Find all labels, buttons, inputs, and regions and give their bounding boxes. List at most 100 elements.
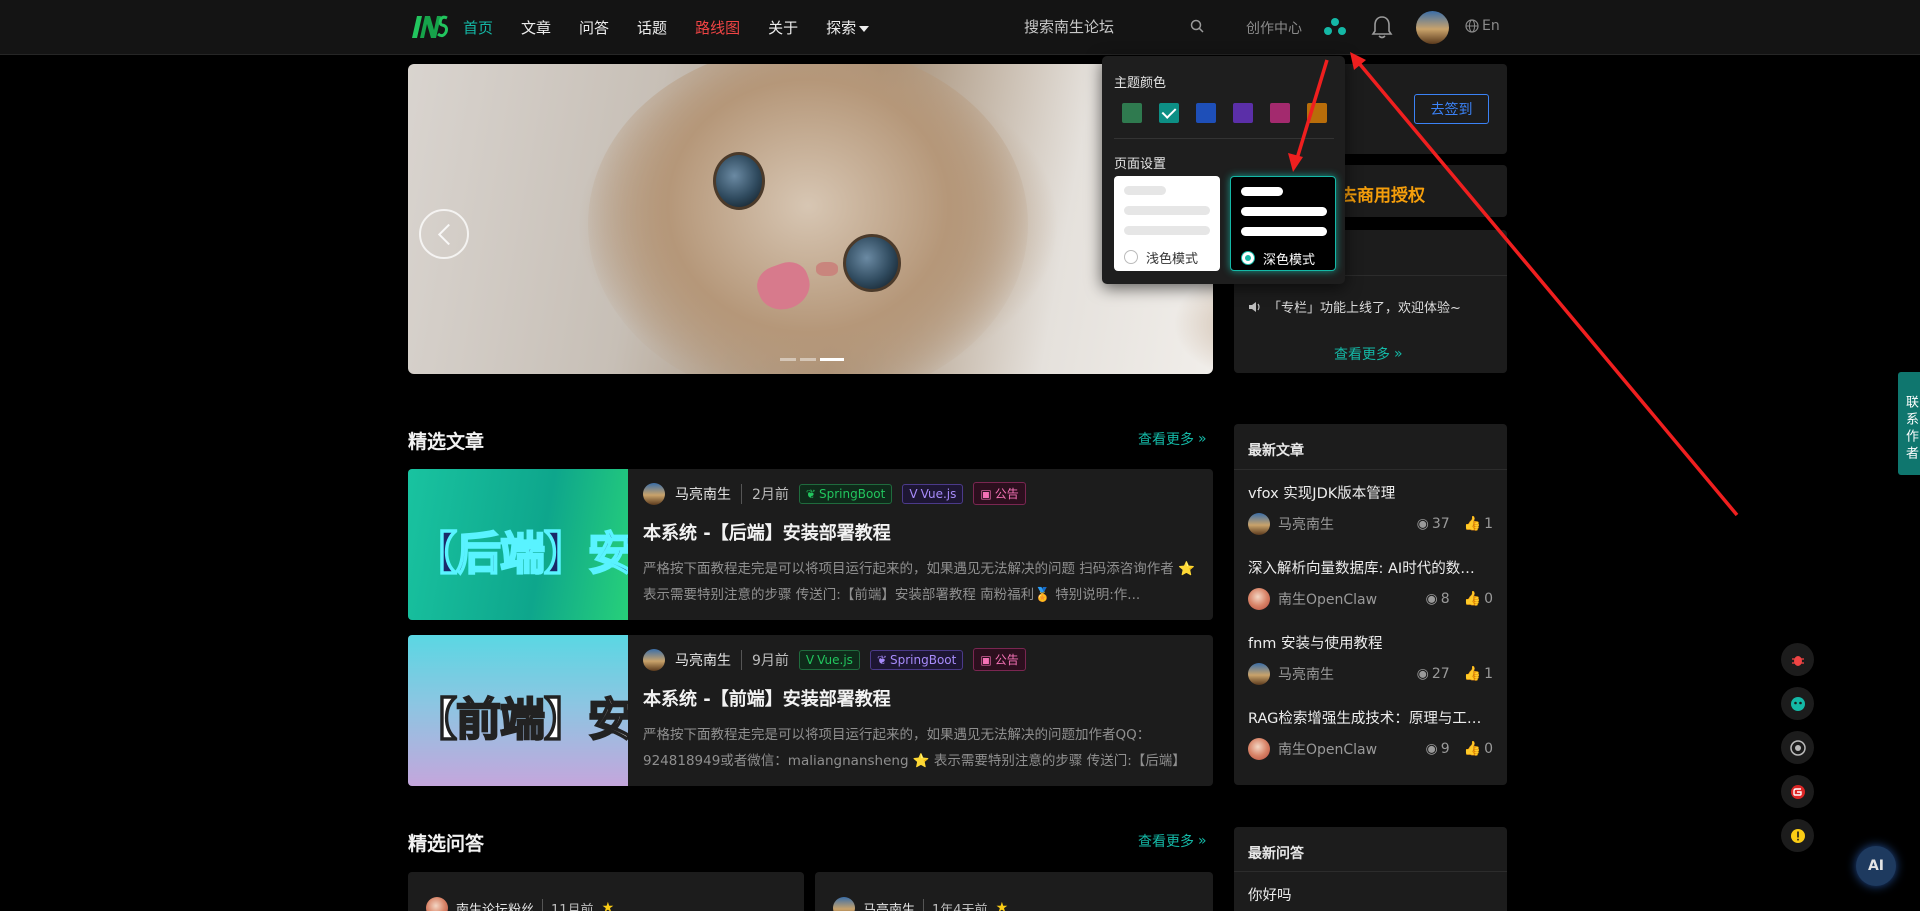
avatar[interactable]: [426, 897, 448, 911]
signin-button[interactable]: 去签到: [1414, 94, 1489, 124]
theme-swatch-blue[interactable]: [1196, 103, 1216, 123]
dark-mode-option[interactable]: 深色模式: [1230, 176, 1336, 271]
view-count: ◉ 37: [1417, 516, 1450, 532]
avatar[interactable]: [1248, 513, 1270, 535]
eye-icon: ◉: [1425, 591, 1438, 607]
tag-label: 公告: [994, 653, 1019, 667]
latest-qa-item[interactable]: 你好吗: [1248, 884, 1488, 905]
thumbs-up-icon: 👍: [1463, 516, 1482, 532]
avatar[interactable]: [643, 648, 665, 671]
author-name[interactable]: 马亮南生: [1278, 514, 1403, 534]
contact-author-tab[interactable]: 联系作者: [1898, 372, 1920, 475]
article-thumbnail: 【前端】安装: [408, 635, 628, 786]
article-title[interactable]: 本系统 -【前端】安装部署教程: [643, 685, 891, 711]
site-logo[interactable]: [410, 14, 448, 40]
license-link[interactable]: 去商用授权: [1340, 181, 1425, 206]
featured-qa-more-link[interactable]: 查看更多 »: [1138, 831, 1207, 851]
notice-item[interactable]: 「专栏」功能上线了，欢迎体验~: [1248, 297, 1461, 316]
search-input[interactable]: [1010, 18, 1180, 36]
nav-about[interactable]: 关于: [768, 17, 798, 38]
theme-swatch-green[interactable]: [1122, 103, 1142, 123]
nav-roadmap[interactable]: 路线图: [695, 17, 740, 38]
tag-announcement[interactable]: ▣ 公告: [973, 648, 1026, 671]
github-button[interactable]: [1781, 731, 1814, 764]
nav-home[interactable]: 首页: [463, 17, 493, 38]
carousel-dot[interactable]: [780, 358, 796, 361]
bug-report-button[interactable]: [1781, 643, 1814, 676]
theme-palette-icon[interactable]: [1322, 16, 1348, 38]
views-value: 9: [1440, 741, 1450, 757]
tag-vuejs[interactable]: V Vue.js: [902, 483, 964, 504]
theme-swatch-orange[interactable]: [1307, 103, 1327, 123]
views-value: 27: [1431, 666, 1450, 682]
theme-swatch-teal[interactable]: [1159, 103, 1179, 123]
preview-bar: [1241, 227, 1327, 236]
search-icon[interactable]: [1190, 19, 1204, 33]
nav-topics[interactable]: 话题: [637, 17, 667, 38]
notice-more-link[interactable]: 查看更多 »: [1334, 344, 1403, 364]
article-title[interactable]: 本系统 -【后端】安装部署教程: [643, 519, 891, 545]
avatar[interactable]: [833, 897, 855, 911]
article-card[interactable]: 【后端】安装 马亮南生 2月前 ❦SpringBoot VVue.js ▣公告 …: [408, 469, 1213, 620]
author-name[interactable]: 马亮南生: [675, 650, 731, 670]
latest-article-title[interactable]: fnm 安装与使用教程: [1248, 632, 1488, 653]
wechat-button[interactable]: [1781, 687, 1814, 720]
author-name[interactable]: 马亮南生: [675, 484, 731, 504]
article-meta: 马亮南生 9月前 V Vue.js ❦ SpringBoot ▣ 公告: [643, 648, 1026, 671]
like-count[interactable]: 👍 1: [1464, 666, 1493, 682]
publish-time: 2月前: [741, 483, 789, 504]
gitee-button[interactable]: [1781, 775, 1814, 808]
nav-explore[interactable]: 探索: [826, 17, 870, 38]
latest-article-title[interactable]: RAG检索增强生成技术：原理与工程实践: [1248, 707, 1488, 728]
latest-qa-title: 最新问答: [1248, 846, 1304, 862]
author-name[interactable]: 马亮南生: [863, 899, 915, 911]
dark-mode-radio[interactable]: [1241, 251, 1255, 265]
theme-swatch-purple[interactable]: [1233, 103, 1253, 123]
feedback-button[interactable]: [1781, 819, 1814, 852]
tag-vuejs[interactable]: V Vue.js: [798, 649, 860, 670]
theme-swatch-magenta[interactable]: [1270, 103, 1290, 123]
language-switch[interactable]: En: [1465, 18, 1500, 34]
view-count: ◉ 8: [1426, 591, 1450, 607]
like-count[interactable]: 👍 0: [1464, 591, 1493, 607]
latest-article-title[interactable]: vfox 实现JDK版本管理: [1248, 482, 1488, 503]
nav-articles[interactable]: 文章: [521, 17, 551, 38]
tag-springboot[interactable]: ❦ SpringBoot: [869, 649, 964, 670]
likes-value: 0: [1484, 741, 1493, 757]
avatar[interactable]: [1248, 588, 1270, 610]
author-name[interactable]: 南生OpenClaw: [1278, 739, 1412, 759]
article-card[interactable]: 【前端】安装 马亮南生 9月前 VVue.js ❦SpringBoot ▣公告 …: [408, 635, 1213, 786]
bell-icon[interactable]: [1370, 14, 1394, 40]
carousel-prev-button[interactable]: [419, 209, 469, 259]
notice-text: 「专栏」功能上线了，欢迎体验~: [1268, 301, 1461, 316]
latest-article-title[interactable]: 深入解析向量数据库: AI时代的数据存储新范式: [1248, 557, 1488, 578]
qa-card[interactable]: 马亮南生 1年4天前 ★: [815, 872, 1213, 911]
article-meta: 马亮南生 2月前 ❦ SpringBoot V Vue.js ▣ 公告: [643, 482, 1026, 505]
carousel-dot-active[interactable]: [820, 358, 844, 361]
tag-announcement[interactable]: ▣ 公告: [973, 482, 1026, 505]
avatar[interactable]: [1248, 663, 1270, 685]
preview-bar: [1241, 207, 1327, 216]
tag-springboot[interactable]: ❦ SpringBoot: [798, 483, 893, 504]
banner-carousel[interactable]: [408, 64, 1213, 374]
qa-card[interactable]: 南生论坛粉丝 11月前 ★: [408, 872, 804, 911]
thumbnail-text: 【前端】安装: [411, 692, 628, 747]
vue-icon: V: [805, 652, 815, 667]
light-mode-option[interactable]: 浅色模式: [1114, 176, 1220, 271]
featured-articles-more-link[interactable]: 查看更多 »: [1138, 429, 1207, 449]
like-count[interactable]: 👍 0: [1464, 741, 1493, 757]
preview-bar: [1124, 226, 1210, 235]
bug-icon: [1791, 655, 1804, 666]
author-name[interactable]: 马亮南生: [1278, 664, 1403, 684]
light-mode-radio[interactable]: [1124, 250, 1138, 264]
create-center-link[interactable]: 创作中心: [1246, 18, 1302, 38]
ai-assistant-button[interactable]: AI: [1856, 846, 1896, 886]
author-name[interactable]: 南生OpenClaw: [1278, 589, 1412, 609]
avatar[interactable]: [643, 482, 665, 505]
like-count[interactable]: 👍 1: [1464, 516, 1493, 532]
nav-qa[interactable]: 问答: [579, 17, 609, 38]
user-avatar[interactable]: [1416, 11, 1449, 44]
avatar[interactable]: [1248, 738, 1270, 760]
carousel-dot[interactable]: [800, 358, 816, 361]
author-name[interactable]: 南生论坛粉丝: [456, 899, 534, 911]
